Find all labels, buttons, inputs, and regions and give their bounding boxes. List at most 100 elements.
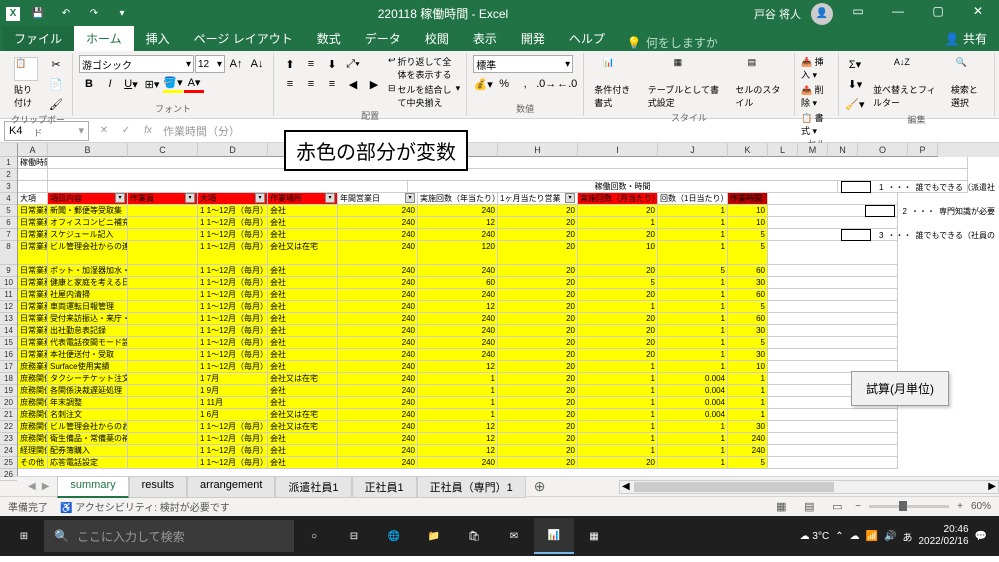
cell[interactable]: 年末調整 bbox=[48, 397, 128, 409]
cell[interactable]: 出社勤怠表記録 bbox=[48, 325, 128, 337]
cell[interactable] bbox=[768, 241, 898, 265]
cell[interactable]: 1 bbox=[578, 397, 658, 409]
cell[interactable]: 20 bbox=[578, 229, 658, 241]
view-normal-icon[interactable]: ▦ bbox=[771, 498, 791, 516]
sheet-tab[interactable]: results bbox=[129, 476, 187, 498]
redo-icon[interactable]: ↷ bbox=[84, 4, 104, 24]
cell[interactable]: 会社 bbox=[268, 265, 338, 277]
cell[interactable]: 1 1～12月（毎月） bbox=[198, 277, 268, 289]
cell[interactable]: 60 bbox=[728, 313, 768, 325]
cell[interactable]: 日常業務 bbox=[18, 229, 48, 241]
cell[interactable]: 60 bbox=[418, 277, 498, 289]
sheet-tab[interactable]: 正社員1 bbox=[352, 476, 417, 498]
undo-icon[interactable]: ↶ bbox=[56, 4, 76, 24]
cell[interactable] bbox=[768, 421, 898, 433]
cell[interactable]: タクシーチケット注文 bbox=[48, 373, 128, 385]
cell[interactable]: 日常業務 bbox=[18, 301, 48, 313]
cell[interactable]: 20 bbox=[498, 433, 578, 445]
sheet-nav-next-icon[interactable]: ▶ bbox=[42, 481, 50, 492]
cell[interactable]: 20 bbox=[498, 241, 578, 265]
cell[interactable] bbox=[128, 385, 198, 397]
align-middle-icon[interactable]: ≡ bbox=[301, 55, 321, 73]
cell[interactable] bbox=[128, 397, 198, 409]
cell[interactable] bbox=[768, 301, 898, 313]
border-icon[interactable]: ⊞▾ bbox=[142, 75, 162, 93]
cell[interactable]: 会社 bbox=[268, 289, 338, 301]
cell[interactable]: 10 bbox=[578, 241, 658, 265]
cell[interactable]: 1 1～12月（毎月） bbox=[198, 289, 268, 301]
tab-view[interactable]: 表示 bbox=[461, 26, 509, 51]
cell[interactable]: 20 bbox=[498, 457, 578, 469]
cell[interactable]: 1 bbox=[578, 409, 658, 421]
sheet-tab[interactable]: summary bbox=[57, 476, 128, 498]
cell[interactable] bbox=[18, 169, 48, 181]
cell[interactable]: 1 1～12月（毎月） bbox=[198, 337, 268, 349]
tray-wifi-icon[interactable]: 📶 bbox=[866, 531, 878, 542]
cell[interactable] bbox=[768, 457, 898, 469]
zoom-out-icon[interactable]: − bbox=[855, 501, 861, 512]
cell[interactable]: 1 1～12月（毎月） bbox=[198, 325, 268, 337]
cell[interactable]: 1 bbox=[658, 217, 728, 229]
cell[interactable]: 20 bbox=[498, 289, 578, 301]
cancel-formula-icon[interactable]: ✕ bbox=[93, 125, 115, 136]
notifications-icon[interactable]: 💬 bbox=[975, 531, 987, 542]
cell[interactable]: 1 bbox=[658, 445, 728, 457]
currency-icon[interactable]: 💰▾ bbox=[473, 75, 493, 93]
sheet-tab[interactable]: 正社員（専門）1 bbox=[417, 476, 526, 498]
taskbar-clock[interactable]: 20:46 2022/02/16 bbox=[918, 524, 968, 548]
start-button[interactable]: ⊞ bbox=[4, 518, 44, 554]
cell[interactable]: 240 bbox=[338, 265, 418, 277]
cell[interactable]: 240 bbox=[418, 289, 498, 301]
cell[interactable]: 1 9月 bbox=[198, 385, 268, 397]
cell[interactable]: 10 bbox=[728, 205, 768, 217]
taskbar-search[interactable]: 🔍 ここに入力して検索 bbox=[44, 520, 294, 552]
cell[interactable]: 代表電話夜間モード設定 bbox=[48, 337, 128, 349]
cell[interactable]: 1 1～12月（毎月） bbox=[198, 313, 268, 325]
cell[interactable]: スケジュール記入 bbox=[48, 229, 128, 241]
cell[interactable] bbox=[128, 313, 198, 325]
table-format-button[interactable]: ▦テーブルとして書式設定 bbox=[644, 55, 728, 111]
cell[interactable]: 1 bbox=[578, 217, 658, 229]
increase-decimal-icon[interactable]: .0→ bbox=[536, 75, 556, 93]
sheet-tab[interactable]: arrangement bbox=[187, 476, 275, 498]
sheet-nav-prev-icon[interactable]: ◀ bbox=[28, 481, 36, 492]
cell[interactable]: 庶務関係 bbox=[18, 409, 48, 421]
tray-chevron-icon[interactable]: ⌃ bbox=[835, 531, 843, 542]
cell[interactable]: 5 bbox=[728, 457, 768, 469]
cell[interactable]: 会社 bbox=[268, 445, 338, 457]
cell[interactable]: 1 bbox=[658, 325, 728, 337]
sort-filter-button[interactable]: A↓Z並べ替えとフィルター bbox=[869, 55, 943, 111]
cell[interactable]: 1 bbox=[658, 241, 728, 265]
fx-icon[interactable]: fx bbox=[137, 125, 159, 136]
cell[interactable]: 1 bbox=[728, 409, 768, 421]
cell[interactable]: 240 bbox=[418, 229, 498, 241]
cell[interactable]: 回数（1日当たり）▾ bbox=[658, 193, 728, 205]
cell[interactable]: 実施回数（年当たり）▾ bbox=[418, 193, 498, 205]
cell[interactable]: ビル管理会社からの連絡周知 社員からの周知対応 bbox=[48, 241, 128, 265]
cell[interactable] bbox=[128, 337, 198, 349]
tab-home[interactable]: ホーム bbox=[74, 26, 134, 51]
cell[interactable]: 1 bbox=[658, 289, 728, 301]
cell[interactable]: 240 bbox=[338, 229, 418, 241]
ribbon-options-icon[interactable]: ▭ bbox=[843, 4, 873, 24]
cell[interactable] bbox=[768, 445, 898, 457]
taskview-icon[interactable]: ⊟ bbox=[334, 518, 374, 554]
cell[interactable]: 1 bbox=[578, 433, 658, 445]
sheet-tab[interactable]: 派遣社員1 bbox=[275, 476, 351, 498]
cell[interactable]: 1 bbox=[658, 205, 728, 217]
cell[interactable]: 5 bbox=[578, 277, 658, 289]
cell[interactable]: 240 bbox=[338, 445, 418, 457]
cell[interactable]: 240 bbox=[338, 337, 418, 349]
fill-color-icon[interactable]: 🪣▾ bbox=[163, 75, 183, 93]
cell[interactable]: 会社 bbox=[268, 433, 338, 445]
cell[interactable]: 1 1～12月（毎月） bbox=[198, 433, 268, 445]
cell[interactable] bbox=[768, 289, 898, 301]
cell[interactable] bbox=[128, 349, 198, 361]
cell[interactable] bbox=[768, 265, 898, 277]
cell[interactable]: 1 bbox=[728, 385, 768, 397]
cell[interactable]: 会社 bbox=[268, 301, 338, 313]
cell[interactable]: 20 bbox=[498, 229, 578, 241]
tell-me-search[interactable]: 💡何をしますか bbox=[617, 34, 728, 51]
cell[interactable]: 車両運転日報管理 bbox=[48, 301, 128, 313]
cell[interactable]: 0.004 bbox=[658, 409, 728, 421]
